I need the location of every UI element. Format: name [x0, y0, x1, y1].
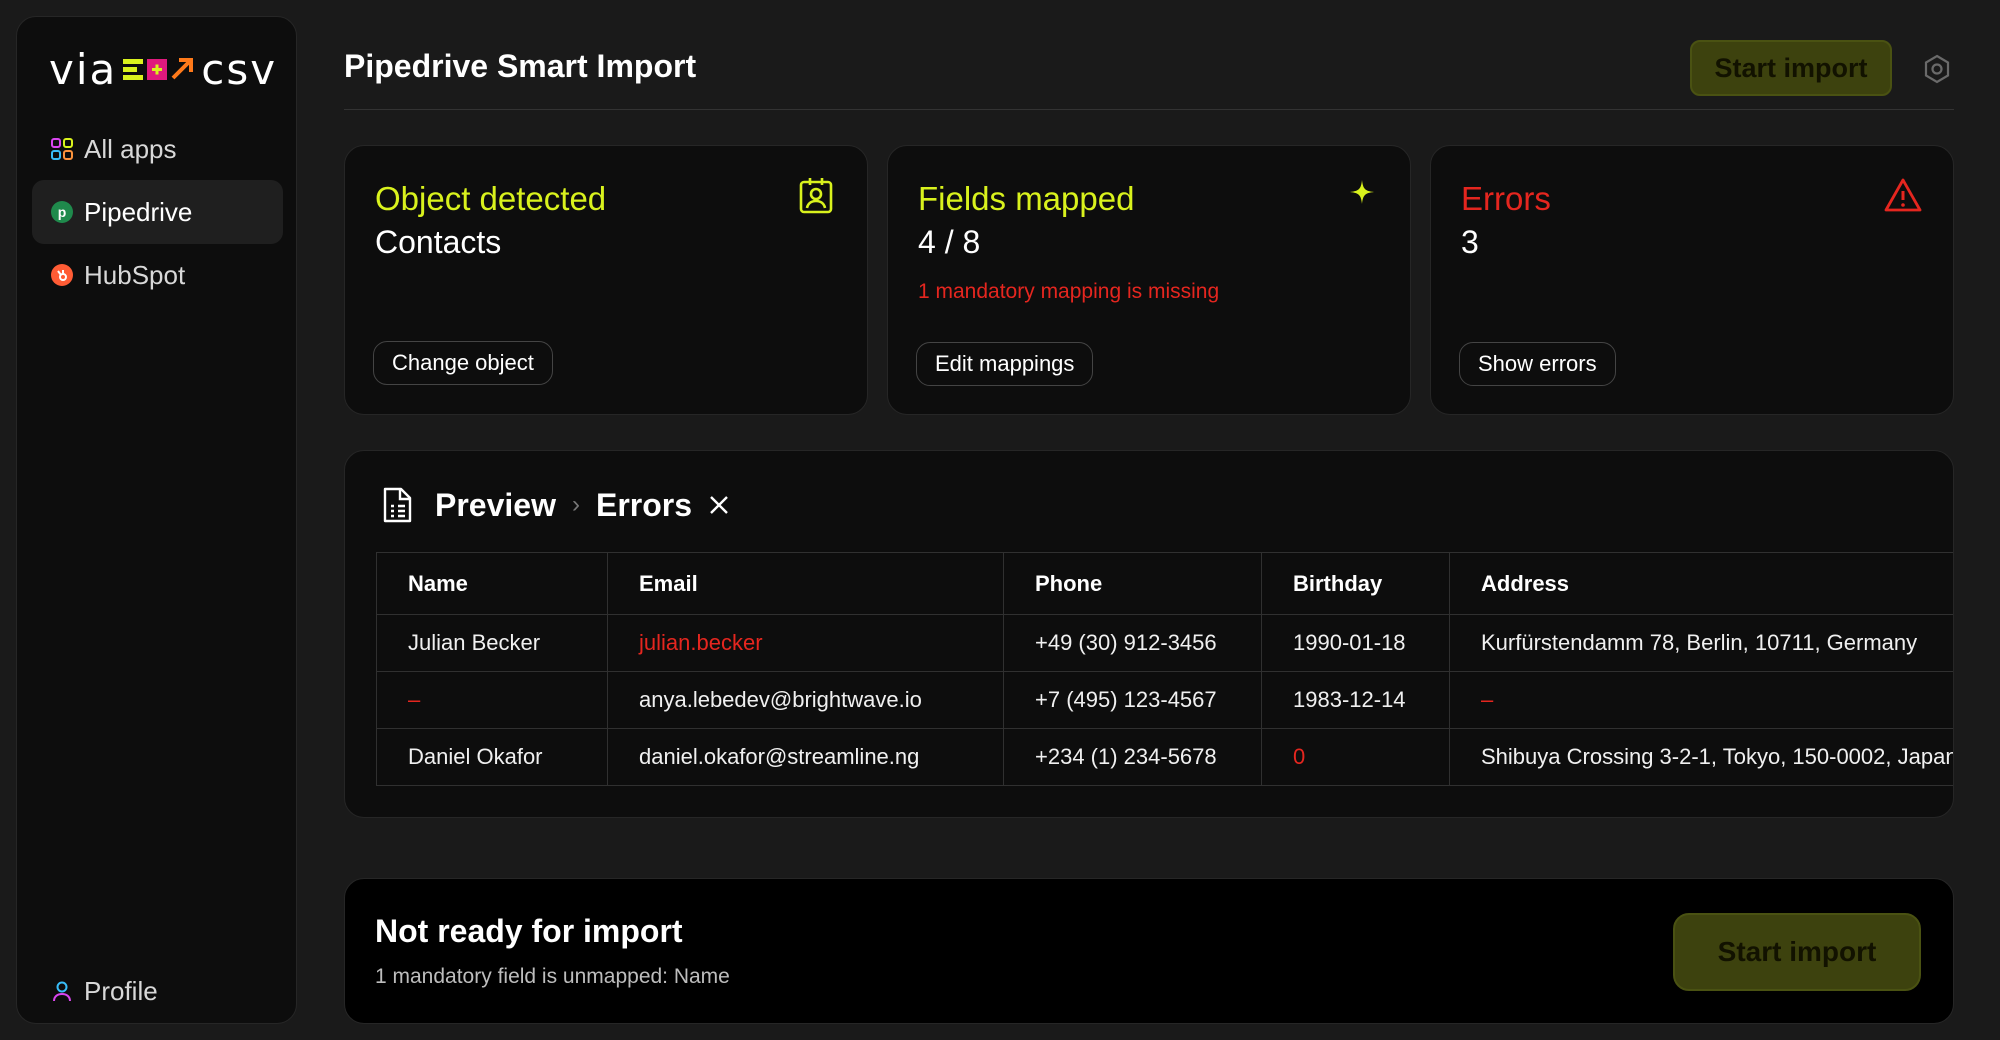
change-object-button[interactable]: Change object: [373, 341, 553, 385]
card-value: 4 / 8: [918, 224, 981, 260]
show-errors-button[interactable]: Show errors: [1459, 342, 1616, 386]
logo-text-csv: csv: [201, 44, 278, 94]
card-label: Object detected: [375, 180, 607, 217]
profile-icon: [50, 979, 74, 1003]
start-import-button-bottom[interactable]: Start import: [1673, 913, 1921, 991]
column-header-address[interactable]: Address: [1449, 552, 1953, 615]
preview-title[interactable]: Preview: [435, 487, 556, 524]
fields-mapped-card: Fields mapped 4 / 8 1 mandatory mapping …: [887, 145, 1411, 415]
sidebar-item-all-apps[interactable]: All apps: [32, 117, 283, 181]
card-value: Contacts: [375, 224, 502, 260]
column-header-phone[interactable]: Phone: [1003, 552, 1262, 615]
grid-icon: [50, 137, 74, 161]
cell-birthday-error[interactable]: 0: [1261, 728, 1450, 786]
close-icon[interactable]: [708, 494, 730, 516]
sidebar-item-label: HubSpot: [84, 259, 186, 290]
profile-label: Profile: [84, 975, 158, 1006]
table-row: Julian Becker julian.becker +49 (30) 912…: [376, 614, 1953, 672]
app-root: via csv All apps p Pipedrive HubSpot Pro…: [0, 0, 2000, 1040]
column-header-name[interactable]: Name: [376, 552, 608, 615]
cell-phone[interactable]: +234 (1) 234-5678: [1003, 728, 1262, 786]
hubspot-icon: [50, 263, 74, 287]
breadcrumb-errors: Errors: [595, 486, 693, 523]
preview-panel: Preview › Errors Name Email Phone Birthd…: [344, 450, 1954, 818]
chevron-right-icon: ›: [571, 491, 580, 518]
cell-address[interactable]: Kurfürstendamm 78, Berlin, 10711, German…: [1449, 614, 1953, 672]
preview-table: Name Email Phone Birthday Address Julian…: [376, 552, 1953, 786]
mapping-warning: 1 mandatory mapping is missing: [918, 280, 1220, 303]
cell-email-error[interactable]: julian.becker: [607, 614, 1004, 672]
cell-name-error[interactable]: –: [376, 671, 608, 729]
warning-icon: [1883, 176, 1923, 216]
import-status-bar: Not ready for import 1 mandatory field i…: [344, 878, 1954, 1024]
cell-email[interactable]: daniel.okafor@streamline.ng: [607, 728, 1004, 786]
cell-address-error[interactable]: –: [1449, 671, 1953, 729]
header-divider: [344, 109, 1954, 110]
sparkle-icon: [1340, 176, 1380, 216]
edit-mappings-button[interactable]: Edit mappings: [916, 342, 1094, 386]
status-subtitle: 1 mandatory field is unmapped: Name: [375, 965, 730, 988]
sidebar: via csv All apps p Pipedrive HubSpot Pro…: [16, 16, 297, 1024]
cell-phone[interactable]: +7 (495) 123-4567: [1003, 671, 1262, 729]
table-row: Daniel Okafor daniel.okafor@streamline.n…: [376, 728, 1953, 786]
logo-icon: [123, 56, 195, 82]
card-label: Errors: [1461, 180, 1551, 217]
status-title: Not ready for import: [375, 913, 683, 949]
sidebar-item-pipedrive[interactable]: p Pipedrive: [32, 180, 283, 244]
cell-address[interactable]: Shibuya Crossing 3-2-1, Tokyo, 150-0002,…: [1449, 728, 1953, 786]
cell-phone[interactable]: +49 (30) 912-3456: [1003, 614, 1262, 672]
cell-name[interactable]: Daniel Okafor: [376, 728, 608, 786]
sidebar-item-profile[interactable]: Profile: [32, 959, 283, 1023]
sidebar-item-hubspot[interactable]: HubSpot: [32, 243, 283, 307]
pipedrive-icon: p: [50, 200, 74, 224]
settings-icon[interactable]: [1922, 54, 1952, 84]
page-title: Pipedrive Smart Import: [344, 48, 697, 84]
column-header-birthday[interactable]: Birthday: [1261, 552, 1450, 615]
sidebar-item-label: Pipedrive: [84, 196, 193, 227]
cell-email[interactable]: anya.lebedev@brightwave.io: [607, 671, 1004, 729]
logo-text-via: via: [49, 44, 118, 94]
errors-card: Errors 3 Show errors: [1430, 145, 1954, 415]
card-label: Fields mapped: [918, 180, 1135, 217]
preview-header: Preview › Errors: [381, 485, 730, 525]
column-header-email[interactable]: Email: [607, 552, 1004, 615]
cell-name[interactable]: Julian Becker: [376, 614, 608, 672]
object-detected-card: Object detected Contacts Change object: [344, 145, 868, 415]
contact-card-icon: [797, 176, 837, 216]
card-value: 3: [1461, 224, 1479, 260]
table-header-row: Name Email Phone Birthday Address: [376, 552, 1953, 615]
table-row: – anya.lebedev@brightwave.io +7 (495) 12…: [376, 671, 1953, 729]
start-import-button[interactable]: Start import: [1690, 40, 1892, 96]
cell-birthday[interactable]: 1990-01-18: [1261, 614, 1450, 672]
sidebar-item-label: All apps: [84, 133, 177, 164]
cell-birthday[interactable]: 1983-12-14: [1261, 671, 1450, 729]
logo: via csv: [49, 39, 277, 99]
document-icon: [381, 487, 413, 523]
